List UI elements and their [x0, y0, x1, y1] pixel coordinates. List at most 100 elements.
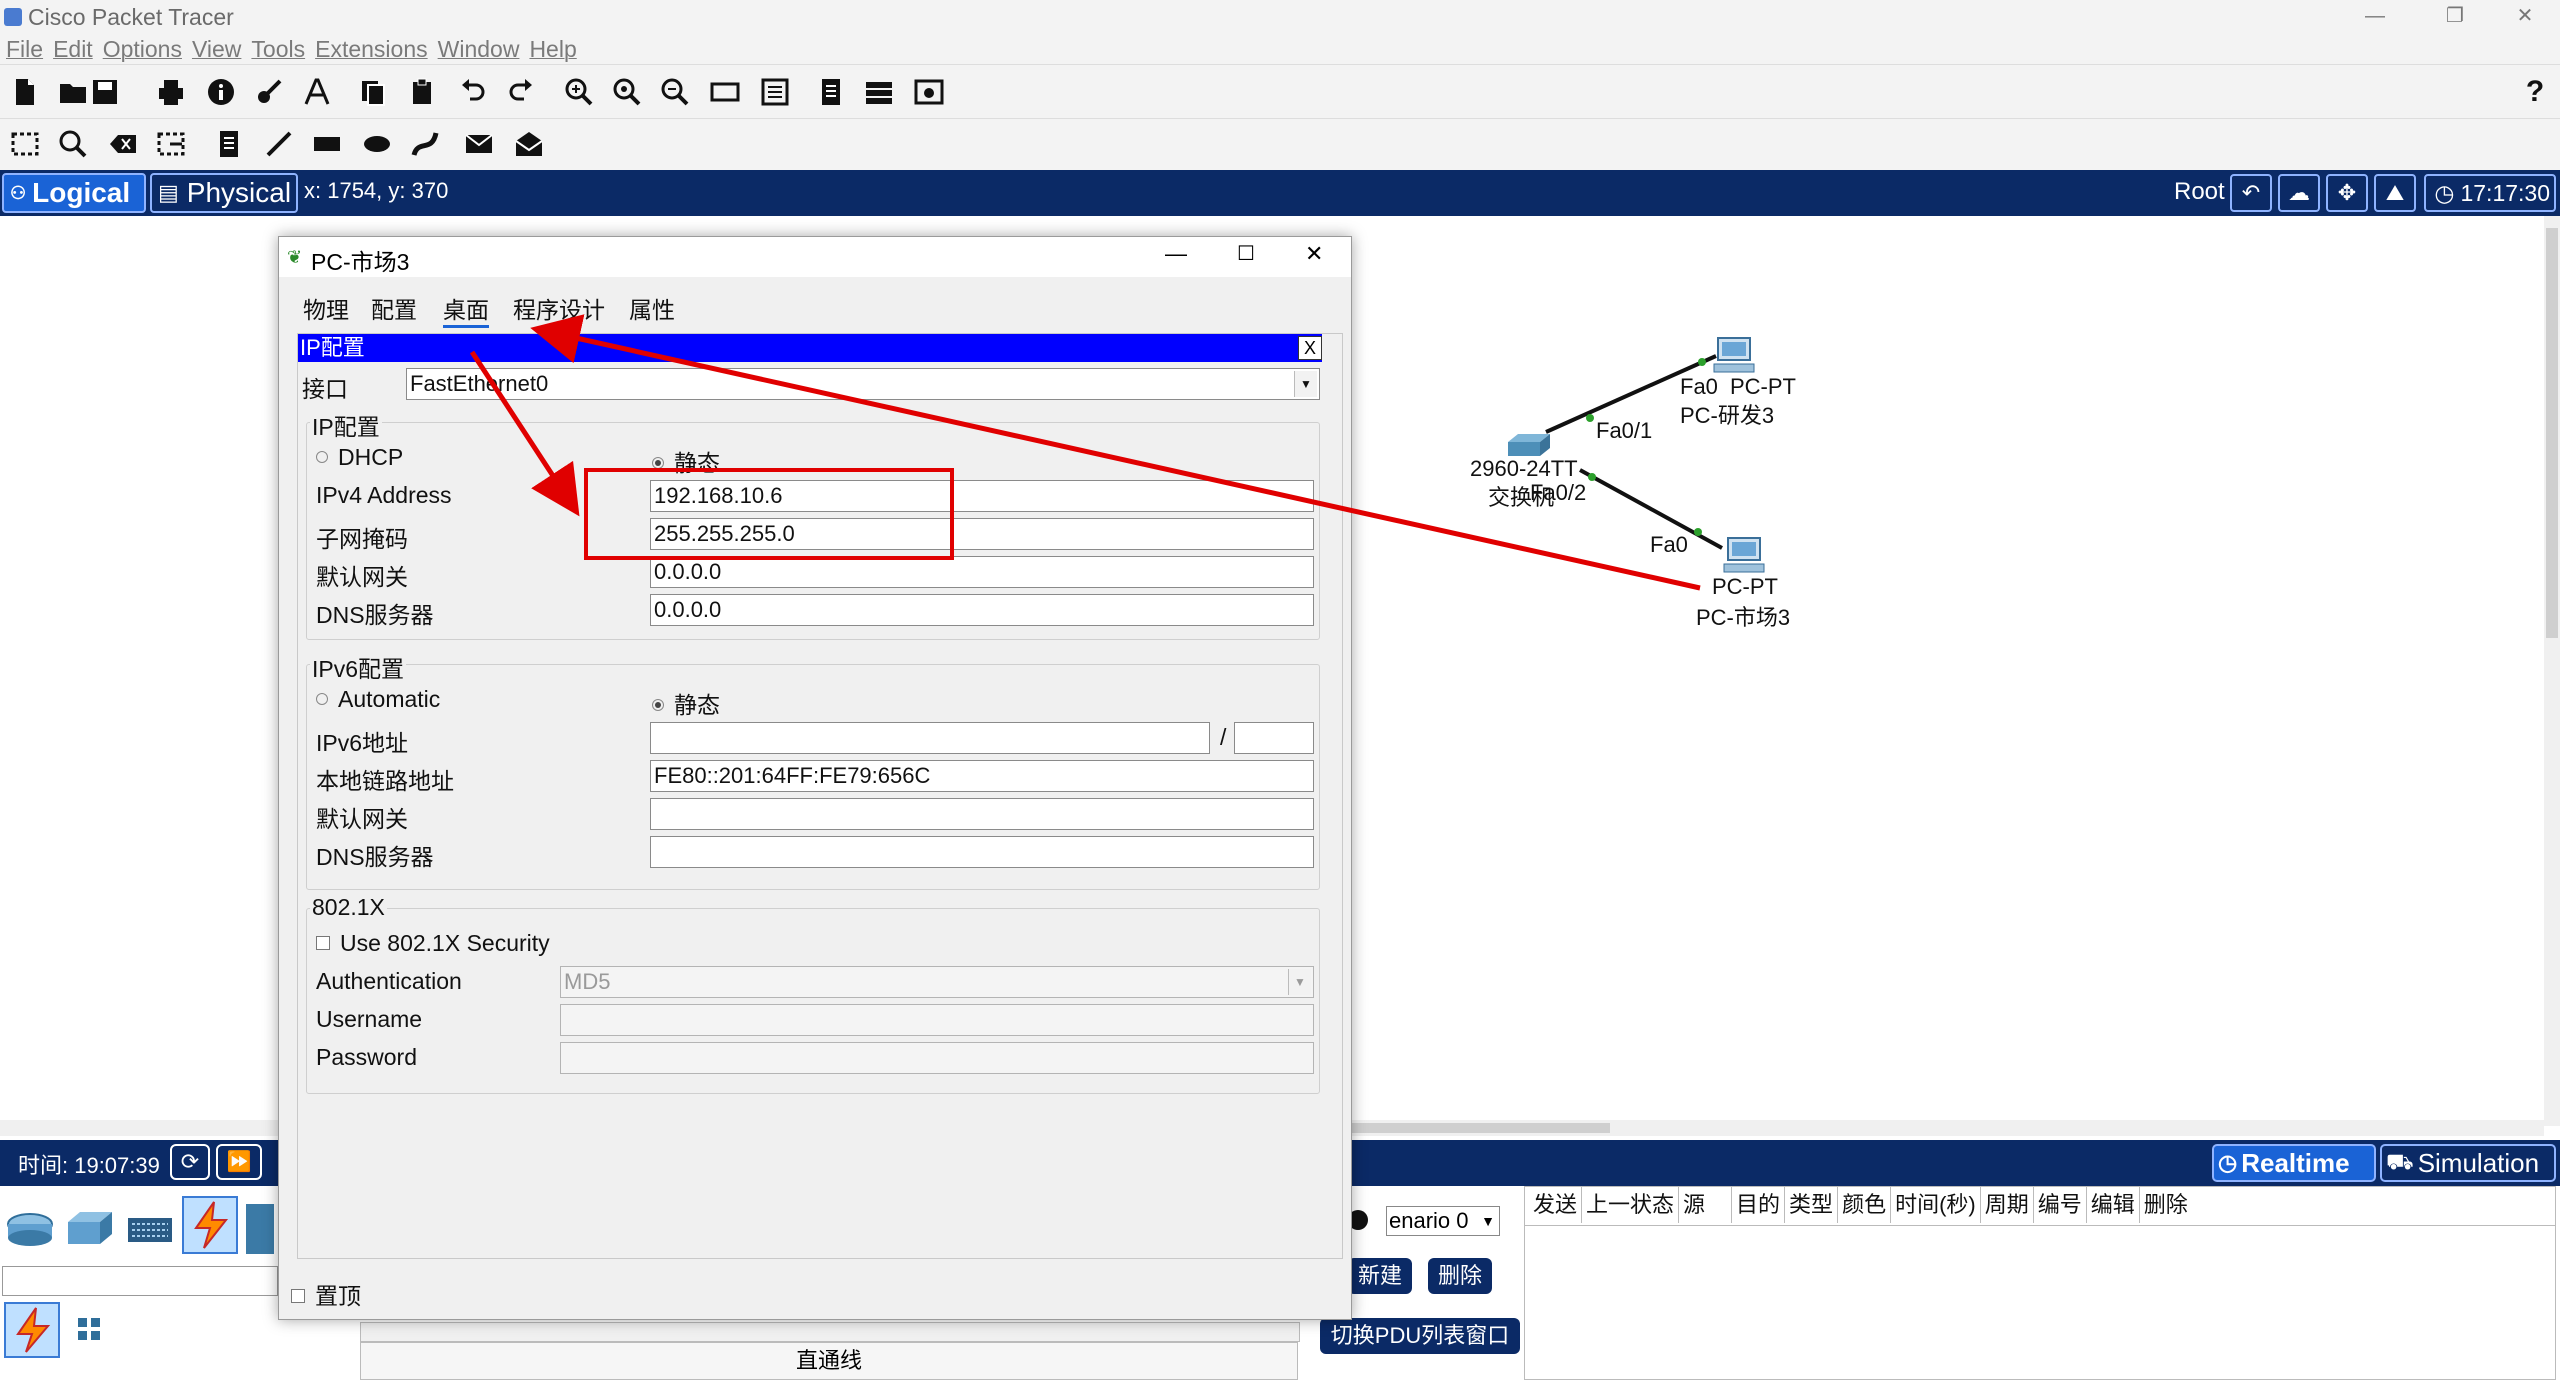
ipv6-auto-radio[interactable]: Automatic	[316, 686, 440, 713]
dhcp-radio[interactable]: DHCP	[316, 444, 403, 471]
ipv6-legend: IPv6配置	[310, 650, 407, 684]
pdu-col-edit: 编辑	[2087, 1187, 2140, 1223]
scenario-select[interactable]: enario 0 ▼	[1386, 1206, 1500, 1236]
use-dot1x-label: Use 802.1X Security	[340, 930, 550, 956]
grid-icon[interactable]	[76, 1316, 102, 1342]
chevron-down-icon: ▼	[1294, 371, 1317, 397]
fast-forward-icon[interactable]: ⏩	[216, 1144, 262, 1180]
pc-leaf-icon: ❦	[287, 247, 303, 267]
dns-server-field[interactable]: 0.0.0.0	[650, 594, 1314, 626]
switches-icon[interactable]	[64, 1204, 116, 1254]
pdu-table-header: 发送 上一状态源目的 类型 颜色 时间(秒) 周期 编号 编辑 删除	[1525, 1187, 2555, 1226]
authentication-select[interactable]: MD5 ▼	[560, 966, 1314, 998]
subnet-mask-label: 子网掩码	[316, 526, 408, 552]
power-cycle-icon[interactable]: ⟳	[170, 1144, 210, 1180]
delete-scenario-button[interactable]: 删除	[1428, 1258, 1492, 1294]
ipv6-address-field[interactable]	[650, 722, 1210, 754]
default-gateway-field[interactable]: 0.0.0.0	[650, 556, 1314, 588]
password-field[interactable]	[560, 1042, 1314, 1074]
dialog-close-button[interactable]: ✕	[1305, 241, 1323, 267]
switch-port-fa0-2: Fa0/2	[1530, 480, 1587, 505]
link-status-light	[1694, 528, 1702, 536]
switch-port-fa0-1: Fa0/1	[1596, 418, 1653, 443]
dialog-minimize-button[interactable]: —	[1165, 241, 1187, 267]
username-label: Username	[316, 1006, 423, 1032]
cable-type-label: 直通线	[360, 1342, 1298, 1380]
ipv6-static-radio[interactable]: 静态	[652, 686, 720, 720]
ipv6-address-label: IPv6地址	[316, 730, 409, 756]
pdu-col-time: 时间(秒)	[1891, 1187, 1981, 1223]
scenario-value: enario 0	[1389, 1208, 1469, 1233]
default-gateway-label: 默认网关	[316, 564, 408, 590]
panel-title: IP配置	[298, 334, 1322, 362]
pdu-col-fire: 发送	[1529, 1187, 1583, 1223]
interface-value: FastEthernet0	[410, 371, 549, 396]
pdu-col-source: 源	[1679, 1187, 1733, 1223]
pc-market-name: PC-市场3	[1696, 605, 1791, 630]
tab-desktop[interactable]: 桌面	[443, 291, 489, 328]
authentication-label: Authentication	[316, 968, 462, 994]
link-local-label: 本地链路地址	[316, 768, 454, 794]
switch-model: 2960-24TT	[1470, 456, 1578, 481]
hubs-icon[interactable]	[124, 1204, 176, 1254]
link-local-field[interactable]: FE80::201:64FF:FE79:656C	[650, 760, 1314, 792]
dhcp-radio-circle[interactable]	[316, 450, 328, 463]
new-scenario-button[interactable]: 新建	[1348, 1258, 1412, 1294]
pc-config-dialog: ❦ PC-市场3 — ☐ ✕ 物理 配置 桌面 程序设计 属性 IP配置 X 接…	[278, 236, 1352, 1320]
ipv6-gateway-field[interactable]	[650, 798, 1314, 830]
tab-attributes[interactable]: 属性	[629, 291, 675, 325]
pdu-col-delete: 删除	[2143, 1192, 2188, 1217]
simulation-label: Simulation	[2417, 1147, 2540, 1178]
use-dot1x-checkbox[interactable]: Use 802.1X Security	[316, 930, 550, 957]
routers-icon[interactable]	[4, 1204, 56, 1254]
panel-close-button[interactable]: X	[1298, 336, 1322, 360]
pc-market-port: Fa0	[1650, 532, 1688, 557]
dialog-maximize-button[interactable]: ☐	[1237, 241, 1255, 266]
ipv6-dns-field[interactable]	[650, 836, 1314, 868]
interface-select[interactable]: FastEthernet0 ▼	[406, 368, 1320, 400]
pdu-col-type: 类型	[1785, 1187, 1839, 1223]
pdu-col-color: 颜色	[1838, 1187, 1892, 1223]
connection-type-icon[interactable]	[4, 1302, 60, 1358]
pc-rd-name: PC-研发3	[1680, 403, 1775, 428]
use-dot1x-box[interactable]	[316, 935, 330, 950]
pdu-col-last-status: 上一状态	[1582, 1187, 1680, 1223]
ipv4-legend: IP配置	[310, 408, 382, 442]
password-label: Password	[316, 1044, 417, 1070]
prefix-separator: /	[1220, 724, 1227, 750]
ipv4-address-label: IPv4 Address	[316, 482, 452, 508]
dot1x-legend: 802.1X	[310, 894, 387, 921]
username-field[interactable]	[560, 1004, 1314, 1036]
ipv6-auto-radio-circle[interactable]	[316, 692, 328, 705]
pc-rd-type: PC-PT	[1730, 374, 1796, 399]
ipv6-dns-label: DNS服务器	[316, 844, 434, 870]
pdu-col-destination: 目的	[1732, 1187, 1786, 1223]
pc-rd-port: Fa0	[1680, 374, 1718, 399]
ipv6-gateway-label: 默认网关	[316, 806, 408, 832]
dialog-titlebar: ❦ PC-市场3 — ☐ ✕	[279, 237, 1351, 277]
tab-programming[interactable]: 程序设计	[513, 291, 605, 325]
more-devices-icon[interactable]	[246, 1204, 274, 1254]
realtime-label: Realtime	[2241, 1147, 2350, 1178]
ipv6-static-radio-circle[interactable]	[652, 698, 664, 711]
link-status-light	[1588, 473, 1596, 481]
device-search-field[interactable]	[2, 1266, 278, 1296]
pdu-col-periodic: 周期	[1981, 1187, 2034, 1223]
dhcp-label: DHCP	[338, 444, 404, 470]
link-status-light	[1698, 358, 1706, 366]
tab-physical[interactable]: 物理	[303, 291, 349, 325]
tab-config[interactable]: 配置	[371, 291, 417, 325]
interface-label: 接口	[302, 376, 348, 402]
connections-icon[interactable]	[182, 1196, 238, 1254]
dialog-title: PC-市场3	[311, 249, 410, 275]
always-on-top-label: 置顶	[315, 1283, 361, 1309]
simulation-mode-button[interactable]: ⛟ Simulation	[2380, 1144, 2556, 1182]
always-on-top-checkbox[interactable]: 置顶	[291, 1277, 361, 1311]
toggle-pdu-list-button[interactable]: 切换PDU列表窗口	[1320, 1318, 1520, 1354]
ipv6-prefix-field[interactable]	[1234, 722, 1314, 754]
authentication-value: MD5	[564, 969, 611, 994]
always-on-top-box[interactable]	[291, 1288, 305, 1303]
realtime-mode-button[interactable]: ◷ Realtime	[2212, 1144, 2376, 1182]
cable-scrollbar[interactable]	[360, 1322, 1300, 1342]
ipv6-static-label: 静态	[674, 692, 720, 718]
